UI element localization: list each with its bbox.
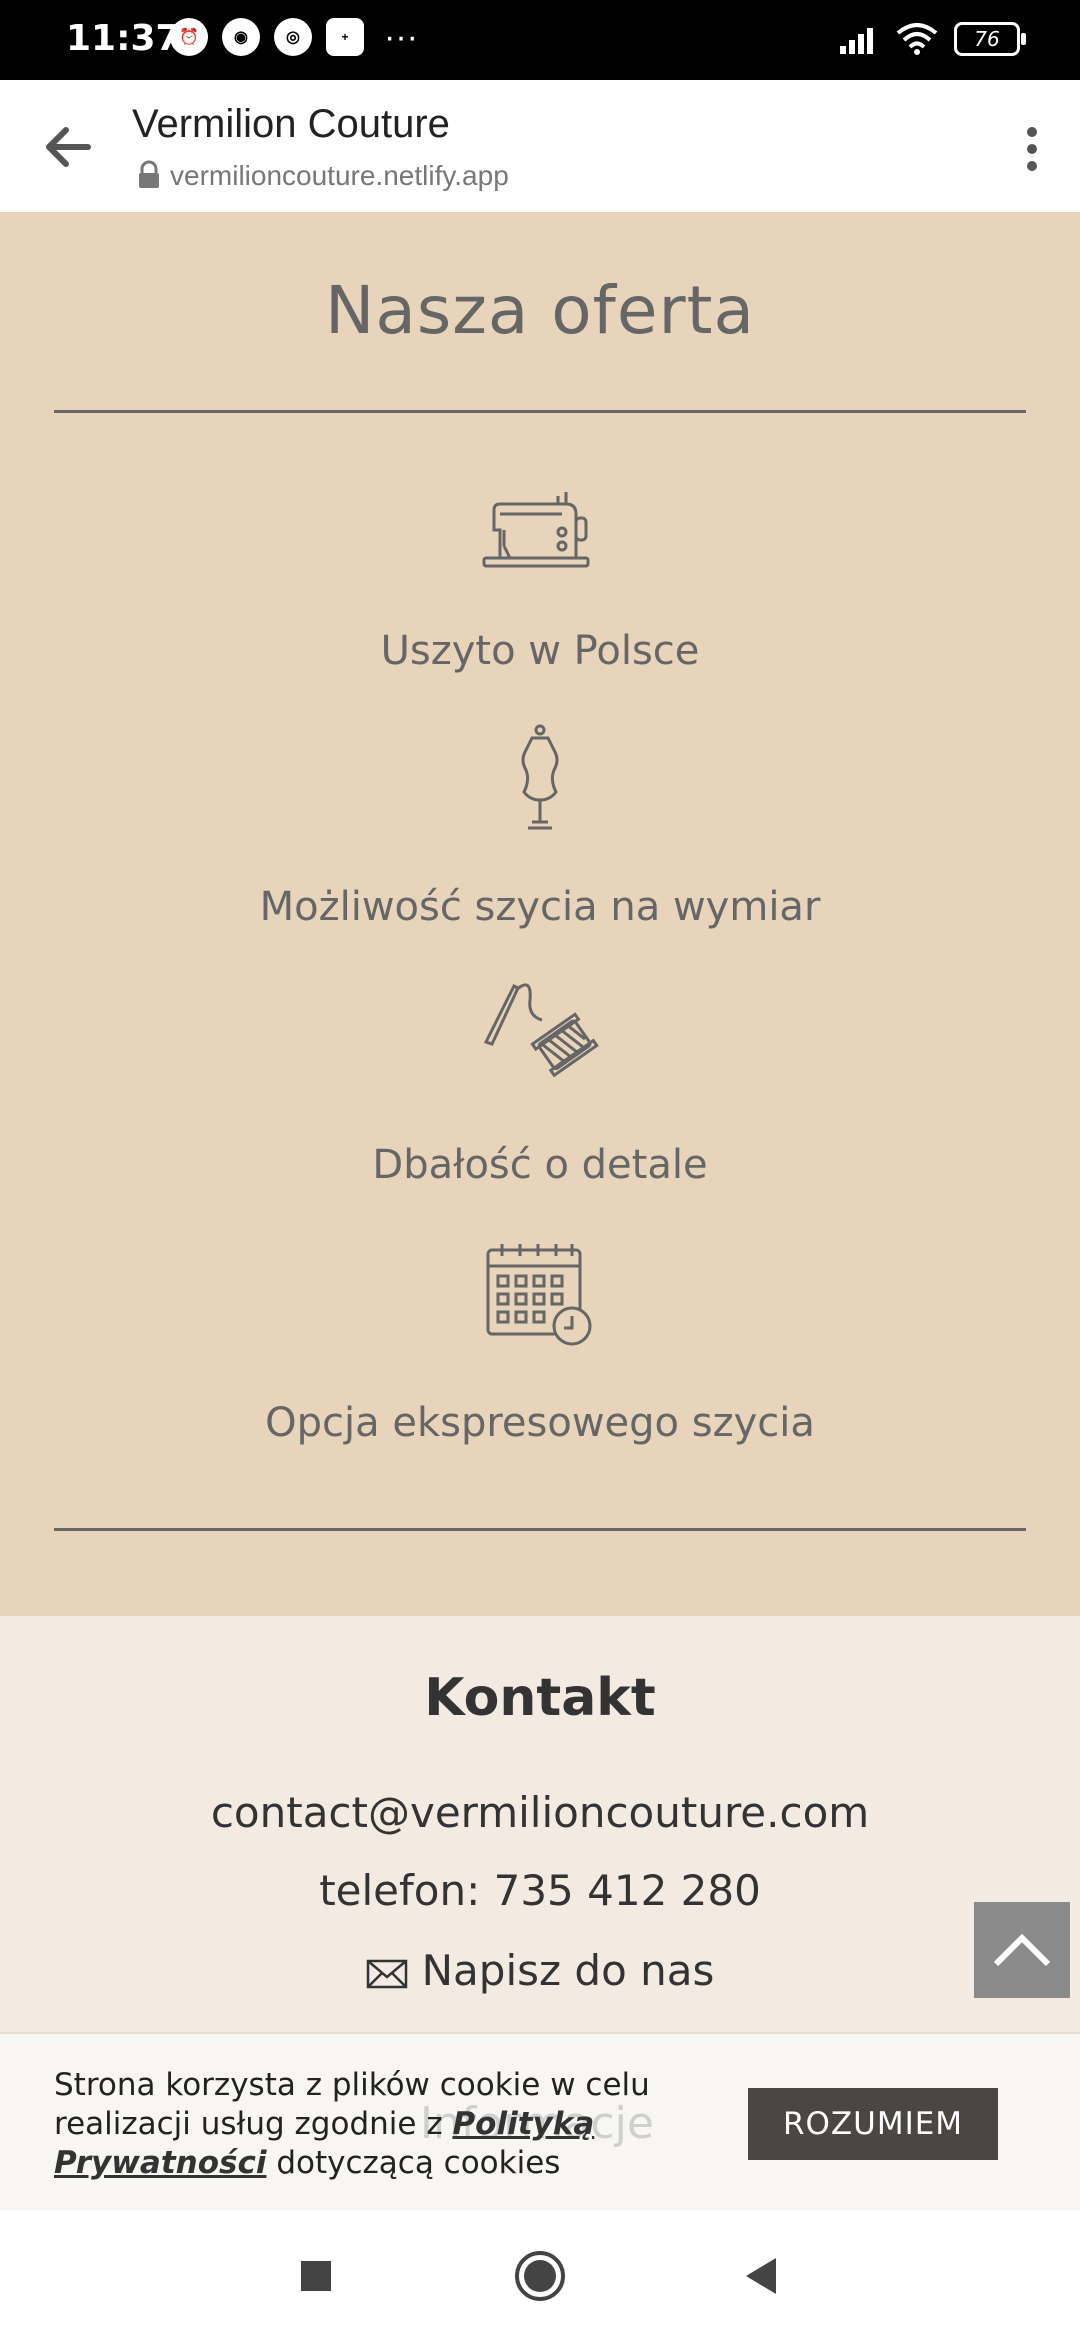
app-icon: ◉ xyxy=(222,18,260,56)
sewing-machine-icon xyxy=(482,492,590,568)
divider xyxy=(54,1528,1026,1531)
home-icon[interactable] xyxy=(512,2248,568,2304)
contact-section: Kontakt contact@vermilioncouture.com tel… xyxy=(0,1616,1080,2032)
browser-toolbar: Vermilion Couture vermilioncouture.netli… xyxy=(0,80,1080,214)
feature-label: Uszyto w Polsce xyxy=(380,628,700,674)
envelope-icon xyxy=(366,1959,407,1988)
calendar-clock-icon xyxy=(486,1244,592,1346)
notification-icons: ⏰ ◉ ◎ + ··· xyxy=(170,18,418,56)
url-display[interactable]: vermilioncouture.netlify.app xyxy=(170,160,509,192)
menu-dots-icon[interactable] xyxy=(1020,124,1044,174)
offer-section: Nasza oferta Uszyto w Polsce Możliwość s… xyxy=(0,212,1080,1616)
status-bar: 11:37 ⏰ ◉ ◎ + ··· 76 xyxy=(0,0,1080,80)
contact-heading: Kontakt xyxy=(424,1668,656,1728)
system-nav-bar xyxy=(0,2210,1080,2340)
chrome-icon: ◎ xyxy=(274,18,312,56)
back-arrow-icon[interactable] xyxy=(40,120,94,174)
feature-label: Opcja ekspresowego szycia xyxy=(265,1400,815,1446)
offer-heading: Nasza oferta xyxy=(325,272,755,349)
chevron-up-icon xyxy=(993,1933,1051,1967)
accept-cookies-button[interactable]: ROZUMIEM xyxy=(748,2088,998,2160)
dress-form-icon xyxy=(521,724,559,830)
contact-email-link[interactable]: contact@vermilioncouture.com xyxy=(0,1788,1080,1837)
alarm-icon: ⏰ xyxy=(170,18,208,56)
battery-indicator: 76 xyxy=(954,22,1026,56)
write-to-us-link[interactable]: Napisz do nas xyxy=(0,1946,1080,1995)
scroll-to-top-button[interactable] xyxy=(974,1902,1070,1998)
write-to-us-label: Napisz do nas xyxy=(421,1946,715,1995)
feature-label: Możliwość szycia na wymiar xyxy=(259,884,821,930)
recents-icon[interactable] xyxy=(288,2248,344,2304)
cookie-banner: Informacje Strona korzysta z plików cook… xyxy=(0,2032,1080,2212)
status-time: 11:37 xyxy=(66,18,181,59)
page-title: Vermilion Couture xyxy=(132,102,450,146)
divider xyxy=(54,410,1026,413)
contact-phone-link[interactable]: telefon: 735 412 280 xyxy=(0,1866,1080,1915)
lock-icon xyxy=(139,160,159,188)
wifi-icon xyxy=(896,23,938,55)
cookie-text-part: dotyczącą cookies xyxy=(266,2145,561,2181)
signal-icon xyxy=(840,28,873,54)
cookie-text: Strona korzysta z plików cookie w celu r… xyxy=(54,2066,754,2183)
needle-thread-icon xyxy=(483,983,599,1078)
lidl-plus-icon: + xyxy=(326,18,364,56)
back-triangle-icon[interactable] xyxy=(734,2248,790,2304)
more-notifications-icon: ··· xyxy=(384,18,418,56)
feature-label: Dbałość o detale xyxy=(372,1142,708,1188)
